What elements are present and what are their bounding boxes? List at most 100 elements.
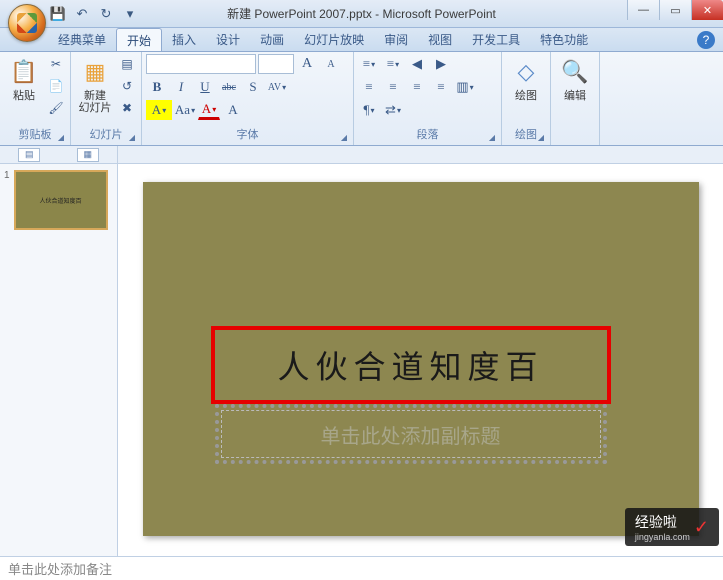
undo-icon[interactable]: ↶: [72, 4, 92, 24]
char-spacing-button[interactable]: AV: [266, 77, 288, 97]
watermark-url: jingyanla.com: [635, 532, 690, 542]
thumbnail-title: 人伙合道知度百: [40, 196, 82, 205]
title-placeholder[interactable]: 人伙合道知度百: [211, 326, 611, 404]
thumbnail-image[interactable]: 人伙合道知度百: [14, 170, 108, 230]
highlight-button[interactable]: A: [146, 100, 172, 120]
tab-review[interactable]: 审阅: [374, 28, 418, 51]
paragraph-group-label: 段落: [358, 125, 497, 143]
save-icon[interactable]: 💾: [48, 4, 68, 24]
slide-thumbnail-pane[interactable]: 1 人伙合道知度百: [0, 164, 118, 556]
clipboard-group-label: 剪贴板: [4, 125, 66, 143]
drawing-label: 绘图: [515, 90, 537, 102]
underline-button[interactable]: U: [194, 77, 216, 97]
watermark-text: 经验啦 jingyanla.com: [635, 512, 690, 542]
tab-classic-menu[interactable]: 经典菜单: [48, 28, 116, 51]
tab-insert[interactable]: 插入: [162, 28, 206, 51]
notes-pane[interactable]: 单击此处添加备注: [0, 556, 723, 578]
bold-button[interactable]: B: [146, 77, 168, 97]
increase-indent-icon[interactable]: ▶: [430, 54, 452, 74]
help-button[interactable]: ?: [697, 31, 715, 49]
quick-access-toolbar: 💾 ↶ ↻ ▾: [48, 4, 140, 24]
columns-icon[interactable]: ▥: [454, 77, 476, 97]
new-slide-label: 新建 幻灯片: [79, 90, 112, 114]
change-case-button[interactable]: Aa: [174, 100, 196, 120]
group-clipboard: 📋 粘贴 ✂ 📄 🖌 剪贴板: [0, 52, 71, 145]
cut-icon[interactable]: ✂: [46, 54, 66, 74]
tab-home[interactable]: 开始: [116, 28, 162, 51]
pane-switcher: ▤ ▦: [0, 146, 118, 163]
group-font: A A B I U abc S AV A Aa A A 字体: [142, 52, 354, 145]
slide-number: 1: [4, 170, 10, 230]
tab-view[interactable]: 视图: [418, 28, 462, 51]
tab-developer[interactable]: 开发工具: [462, 28, 530, 51]
tab-slideshow[interactable]: 幻灯片放映: [294, 28, 374, 51]
copy-icon[interactable]: 📄: [46, 76, 66, 96]
align-center-icon[interactable]: ≡: [382, 77, 404, 97]
paste-icon: 📋: [8, 56, 40, 88]
font-size-input[interactable]: [258, 54, 294, 74]
italic-button[interactable]: I: [170, 77, 192, 97]
redo-icon[interactable]: ↻: [96, 4, 116, 24]
window-title: 新建 PowerPoint 2007.pptx - Microsoft Powe…: [227, 5, 496, 22]
group-slides: ▦ 新建 幻灯片 ▤ ↺ ✖ 幻灯片: [71, 52, 142, 145]
slide-title-text[interactable]: 人伙合道知度百: [277, 342, 543, 388]
numbering-button[interactable]: ≡: [382, 54, 404, 74]
strike-button[interactable]: abc: [218, 77, 240, 97]
reset-icon[interactable]: ↺: [117, 76, 137, 96]
group-paragraph: ≡ ≡ ◀ ▶ ≡ ≡ ≡ ≡ ▥ ¶ ⇄ 段落: [354, 52, 502, 145]
find-icon: 🔍: [559, 56, 591, 88]
maximize-button[interactable]: ▭: [659, 0, 691, 20]
decrease-indent-icon[interactable]: ◀: [406, 54, 428, 74]
slide-subtitle-text[interactable]: 单击此处添加副标题: [321, 420, 501, 449]
slide-editor-pane[interactable]: 人伙合道知度百 单击此处添加副标题: [118, 164, 723, 556]
drawing-button[interactable]: ◇ 绘图: [506, 54, 546, 104]
outline-tab-icon[interactable]: ▤: [18, 148, 40, 162]
font-name-input[interactable]: [146, 54, 256, 74]
main-area: 1 人伙合道知度百 人伙合道知度百 单击此处添加副标题: [0, 164, 723, 556]
new-slide-icon: ▦: [79, 56, 111, 88]
paste-button[interactable]: 📋 粘贴: [4, 54, 44, 104]
shadow-button[interactable]: S: [242, 77, 264, 97]
ribbon: 📋 粘贴 ✂ 📄 🖌 剪贴板 ▦ 新建 幻灯片 ▤ ↺ ✖ 幻灯片: [0, 52, 723, 146]
align-right-icon[interactable]: ≡: [406, 77, 428, 97]
minimize-button[interactable]: —: [627, 0, 659, 20]
qat-dropdown-icon[interactable]: ▾: [120, 4, 140, 24]
editing-button[interactable]: 🔍 编辑: [555, 54, 595, 104]
group-editing: 🔍 编辑 .: [551, 52, 600, 145]
close-button[interactable]: ✕: [691, 0, 723, 20]
office-button[interactable]: [8, 4, 46, 42]
clear-format-icon[interactable]: A: [222, 100, 244, 120]
layout-icon[interactable]: ▤: [117, 54, 137, 74]
bullets-button[interactable]: ≡: [358, 54, 380, 74]
editing-label: 编辑: [564, 90, 586, 102]
justify-icon[interactable]: ≡: [430, 77, 452, 97]
slide-thumbnail[interactable]: 1 人伙合道知度百: [4, 170, 113, 230]
drawing-icon: ◇: [510, 56, 542, 88]
shrink-font-icon[interactable]: A: [320, 54, 342, 74]
subtitle-placeholder[interactable]: 单击此处添加副标题: [221, 410, 601, 458]
tab-design[interactable]: 设计: [206, 28, 250, 51]
window-controls: — ▭ ✕: [627, 0, 723, 20]
format-painter-icon[interactable]: 🖌: [46, 98, 66, 118]
text-direction-icon[interactable]: ¶: [358, 100, 380, 120]
font-group-label: 字体: [146, 125, 349, 143]
convert-smartart-icon[interactable]: ⇄: [382, 100, 404, 120]
delete-slide-icon[interactable]: ✖: [117, 98, 137, 118]
check-icon: ✓: [694, 517, 709, 538]
align-left-icon[interactable]: ≡: [358, 77, 380, 97]
watermark: 经验啦 jingyanla.com ✓: [625, 508, 719, 546]
paste-label: 粘贴: [13, 90, 35, 102]
slides-group-label: 幻灯片: [75, 125, 137, 143]
slide-canvas[interactable]: 人伙合道知度百 单击此处添加副标题: [143, 182, 699, 536]
new-slide-button[interactable]: ▦ 新建 幻灯片: [75, 54, 115, 116]
ruler-row: ▤ ▦: [0, 146, 723, 164]
font-color-button[interactable]: A: [198, 100, 220, 120]
grow-font-icon[interactable]: A: [296, 54, 318, 74]
ribbon-tabs: 经典菜单 开始 插入 设计 动画 幻灯片放映 审阅 视图 开发工具 特色功能 ?: [0, 28, 723, 52]
group-drawing: ◇ 绘图 绘图: [502, 52, 551, 145]
title-bar: 💾 ↶ ↻ ▾ 新建 PowerPoint 2007.pptx - Micros…: [0, 0, 723, 28]
tab-animation[interactable]: 动画: [250, 28, 294, 51]
drawing-group-label: 绘图: [506, 125, 546, 143]
tab-special[interactable]: 特色功能: [530, 28, 598, 51]
slides-tab-icon[interactable]: ▦: [77, 148, 99, 162]
